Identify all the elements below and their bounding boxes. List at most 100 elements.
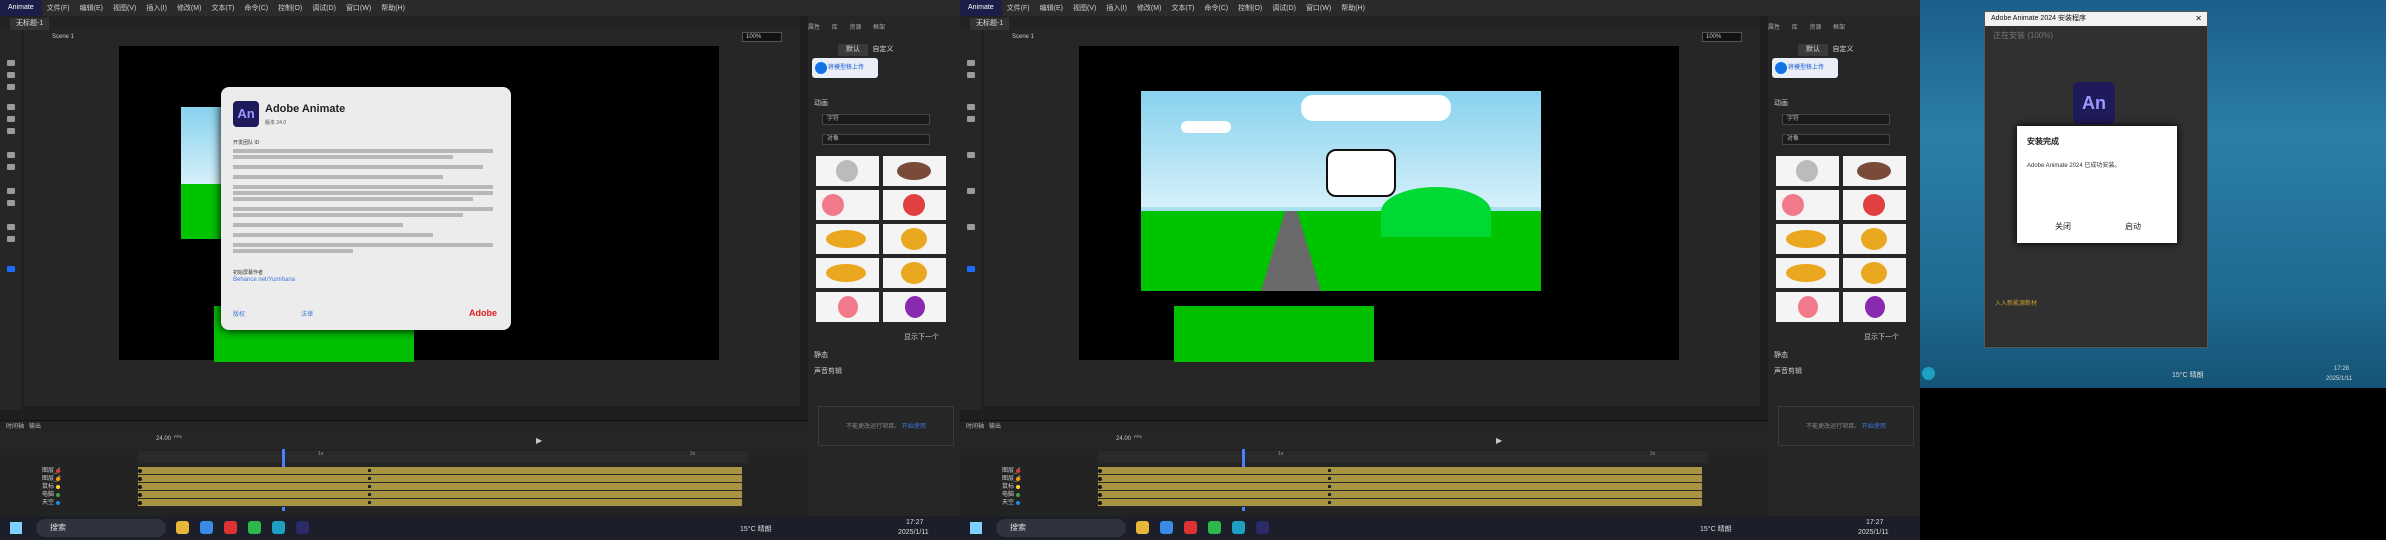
menu-command[interactable]: 命令(C) bbox=[239, 3, 273, 13]
weather[interactable]: 15°C 晴朗 bbox=[740, 524, 772, 534]
layer-row[interactable]: 图层_2 bbox=[976, 475, 1086, 483]
fps-value[interactable]: 24.00 bbox=[1116, 436, 1131, 442]
layer-frames[interactable] bbox=[138, 483, 742, 491]
asset-thumb[interactable] bbox=[1843, 258, 1906, 288]
menu-edit[interactable]: 编辑(E) bbox=[1035, 3, 1068, 13]
lasso-tool-icon[interactable] bbox=[7, 84, 15, 90]
menu-text[interactable]: 文本(T) bbox=[1166, 3, 1199, 13]
menu-control[interactable]: 控制(O) bbox=[273, 3, 307, 13]
show-more-link[interactable]: 显示下一个 bbox=[904, 332, 939, 342]
layer-frames[interactable] bbox=[1098, 499, 1702, 507]
taskbar-search[interactable]: 搜索 bbox=[996, 519, 1126, 537]
cloud-upload-button[interactable]: 将模型移上传 bbox=[1772, 58, 1838, 78]
menu-insert[interactable]: 插入(I) bbox=[1101, 3, 1132, 13]
wechat-icon[interactable] bbox=[1208, 521, 1221, 534]
stroke-color-icon[interactable] bbox=[7, 266, 15, 272]
tab-properties[interactable]: 属性 bbox=[1768, 25, 1780, 31]
asset-thumb[interactable] bbox=[816, 292, 879, 322]
windows-start-icon[interactable] bbox=[10, 522, 22, 534]
menu-file[interactable]: 文件(F) bbox=[42, 3, 75, 13]
type-dropdown[interactable]: 对象 bbox=[822, 134, 930, 145]
layer-row[interactable]: 图层_1 bbox=[976, 467, 1086, 475]
layer-frames[interactable] bbox=[138, 475, 742, 483]
windows-start-icon[interactable] bbox=[970, 522, 982, 534]
asset-thumb[interactable] bbox=[1843, 190, 1906, 220]
clock-time[interactable]: 17:27 bbox=[906, 519, 924, 526]
clock-date[interactable]: 2025/1/11 bbox=[1858, 529, 1889, 536]
browser-icon[interactable] bbox=[1160, 521, 1173, 534]
filter-dropdown[interactable]: 字符 bbox=[1782, 114, 1890, 125]
asset-thumb[interactable] bbox=[1776, 224, 1839, 254]
tab-timeline[interactable]: 时间轴 bbox=[6, 424, 24, 430]
hand-tool-icon[interactable] bbox=[967, 224, 975, 230]
layer-frames[interactable] bbox=[138, 499, 742, 507]
layer-row[interactable]: 电脑 bbox=[16, 491, 126, 499]
select-tool-icon[interactable] bbox=[7, 60, 15, 66]
menu-debug[interactable]: 调试(D) bbox=[1267, 3, 1301, 13]
menu-modify[interactable]: 修改(M) bbox=[1132, 3, 1167, 13]
credits-link[interactable]: Behance.net/Yumihana bbox=[233, 277, 295, 283]
play-icon[interactable]: ▶ bbox=[1496, 436, 1502, 445]
menu-file[interactable]: 文件(F) bbox=[1002, 3, 1035, 13]
weather[interactable]: 15°C 晴朗 bbox=[1700, 524, 1732, 534]
wechat-icon[interactable] bbox=[248, 521, 261, 534]
eyedropper-tool-icon[interactable] bbox=[7, 200, 15, 206]
edge-icon[interactable] bbox=[272, 521, 285, 534]
rectangle-tool-icon[interactable] bbox=[7, 128, 15, 134]
layer-frames[interactable] bbox=[138, 491, 742, 499]
subselect-tool-icon[interactable] bbox=[7, 72, 15, 78]
tray-time[interactable]: 17:28 bbox=[2334, 366, 2349, 372]
menu-view[interactable]: 视图(V) bbox=[1068, 3, 1101, 13]
layer-row[interactable]: 鼠标 bbox=[976, 483, 1086, 491]
launch-button[interactable]: 启动 bbox=[2125, 221, 2141, 232]
asset-thumb[interactable] bbox=[1843, 156, 1906, 186]
layer-row[interactable]: 天空 bbox=[976, 499, 1086, 507]
menu-help[interactable]: 帮助(H) bbox=[1336, 3, 1370, 13]
frame-ruler[interactable]: 1s 2s bbox=[1098, 451, 1708, 463]
section-sound[interactable]: 声音剪辑 bbox=[814, 366, 842, 376]
tab-timeline[interactable]: 时间轴 bbox=[966, 424, 984, 430]
menu-view[interactable]: 视图(V) bbox=[108, 3, 141, 13]
text-tool-icon[interactable] bbox=[7, 152, 15, 158]
clock-date[interactable]: 2025/1/11 bbox=[898, 529, 929, 536]
asset-thumb[interactable] bbox=[883, 258, 946, 288]
asset-thumb[interactable] bbox=[883, 156, 946, 186]
bucket-tool-icon[interactable] bbox=[967, 188, 975, 194]
custom-button[interactable]: 自定义 bbox=[1828, 44, 1858, 56]
tray-date[interactable]: 2025/1/11 bbox=[2326, 376, 2352, 382]
play-icon[interactable]: ▶ bbox=[536, 436, 542, 445]
explorer-icon[interactable] bbox=[1136, 521, 1149, 534]
tab-output[interactable]: 输出 bbox=[29, 424, 41, 430]
subselect-tool-icon[interactable] bbox=[967, 72, 975, 78]
layer-row[interactable]: 电脑 bbox=[976, 491, 1086, 499]
menu-control[interactable]: 控制(O) bbox=[1233, 3, 1267, 13]
edge-desktop-icon[interactable] bbox=[1922, 367, 1935, 380]
asset-thumb[interactable] bbox=[816, 190, 879, 220]
tab-frames[interactable]: 框架 bbox=[1833, 25, 1845, 31]
scene-name[interactable]: Scene 1 bbox=[1012, 30, 1034, 44]
asset-thumb[interactable] bbox=[883, 190, 946, 220]
copyright-link[interactable]: 版权 bbox=[233, 309, 245, 318]
section-static[interactable]: 静态 bbox=[814, 350, 828, 360]
asset-thumb[interactable] bbox=[883, 224, 946, 254]
zoom-select[interactable]: 100% bbox=[742, 32, 782, 42]
pen-tool-icon[interactable] bbox=[967, 104, 975, 110]
stage-canvas[interactable] bbox=[1141, 91, 1541, 291]
scene-name[interactable]: Scene 1 bbox=[52, 30, 74, 44]
menu-help[interactable]: 帮助(H) bbox=[376, 3, 410, 13]
tab-library[interactable]: 库 bbox=[1792, 25, 1798, 31]
zoom-tool-icon[interactable] bbox=[7, 236, 15, 242]
layer-frames[interactable] bbox=[1098, 491, 1702, 499]
tab-frames[interactable]: 框架 bbox=[873, 25, 885, 31]
asset-thumb[interactable] bbox=[816, 224, 879, 254]
asset-thumb[interactable] bbox=[816, 258, 879, 288]
doc-tab[interactable]: 无标题-1 bbox=[970, 18, 1010, 30]
get-started-link[interactable]: 开始使用 bbox=[1862, 424, 1886, 430]
custom-button[interactable]: 自定义 bbox=[868, 44, 898, 56]
section-animation[interactable]: 动画 bbox=[814, 98, 828, 108]
layer-frames[interactable] bbox=[1098, 475, 1702, 483]
layer-frames[interactable] bbox=[1098, 467, 1702, 475]
layer-frames[interactable] bbox=[1098, 483, 1702, 491]
eraser-tool-icon[interactable] bbox=[7, 164, 15, 170]
cloud-upload-button[interactable]: 将模型移上传 bbox=[812, 58, 878, 78]
